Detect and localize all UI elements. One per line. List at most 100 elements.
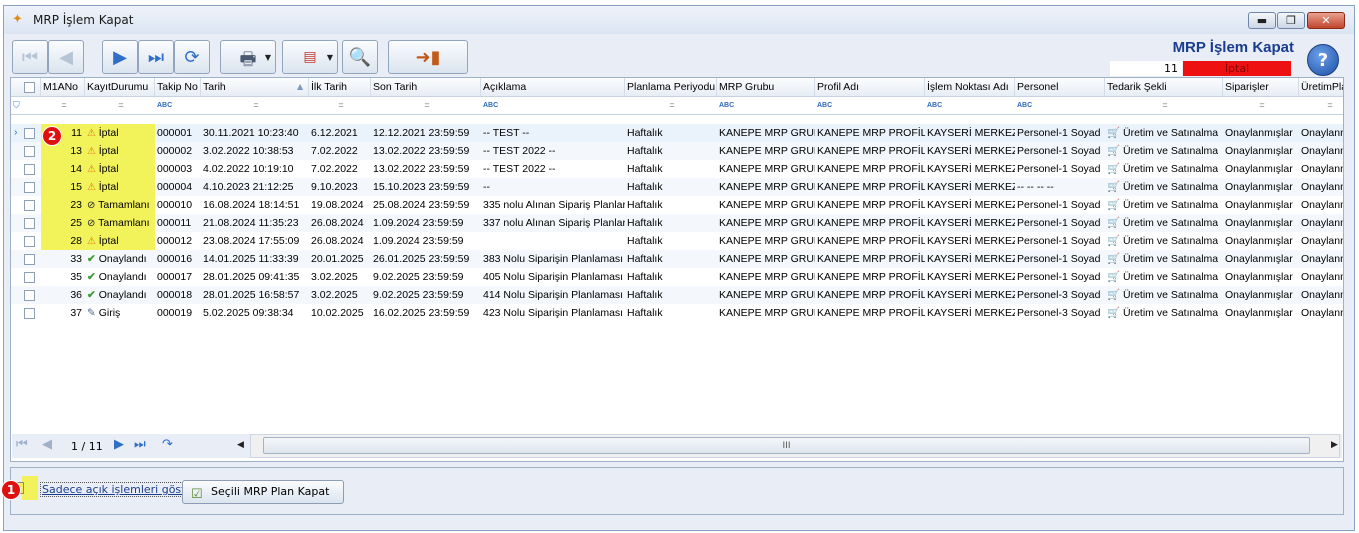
print-button[interactable]: 🖶 ▼ — [220, 40, 276, 74]
table-row[interactable]: 35 ✔ Onaylandı 000017 28.01.2025 09:41:35 3.… — [11, 268, 1343, 286]
filter-cell[interactable]: ABC — [717, 97, 815, 114]
table-row[interactable]: 33 ✔ Onaylandı 000016 14.01.2025 11:33:39 20… — [11, 250, 1343, 268]
status-cell: ✔ Onaylandı — [85, 268, 155, 286]
horizontal-scrollbar[interactable]: ◀ III ▶ — [237, 434, 1340, 458]
filter-cell[interactable]: = — [201, 97, 309, 114]
row-checkbox[interactable] — [24, 308, 35, 319]
filter-cell[interactable]: = — [1299, 97, 1343, 114]
column-header[interactable]: ÜretimPla — [1299, 78, 1343, 96]
filter-cell[interactable]: ABC — [481, 97, 625, 114]
filter-cell[interactable]: ABC — [155, 97, 201, 114]
row-selector[interactable] — [11, 160, 41, 178]
column-header[interactable]: Açıklama — [481, 78, 625, 96]
row-selector[interactable] — [11, 250, 41, 268]
nav-prev-icon[interactable]: ◀ — [42, 437, 52, 452]
row-checkbox[interactable] — [24, 218, 35, 229]
table-row[interactable]: 28 ⚠ İptal 000012 23.08.2024 17:55:09 26.08.… — [11, 232, 1343, 250]
help-button[interactable]: ? — [1307, 44, 1339, 76]
nav-first-icon[interactable]: ⏮ — [16, 437, 28, 452]
select-all-checkbox[interactable] — [11, 78, 41, 96]
column-header[interactable]: Siparişler — [1223, 78, 1299, 96]
row-selector[interactable] — [11, 232, 41, 250]
table-cell: Personel-1 Soyad — [1017, 163, 1101, 175]
nav-refresh-icon[interactable]: ↷ — [162, 437, 173, 452]
exit-button[interactable]: ➜▮ — [388, 40, 468, 74]
filter-cell[interactable]: = — [1105, 97, 1223, 114]
column-header[interactable]: Son Tarih — [371, 78, 481, 96]
scroll-left-icon[interactable]: ◀ — [237, 440, 244, 450]
table-row[interactable]: 15 ⚠ İptal 000004 4.10.2023 21:12:25 9.10.20… — [11, 178, 1343, 196]
row-checkbox[interactable] — [24, 182, 35, 193]
filter-cell[interactable]: = — [85, 97, 155, 114]
table-row[interactable]: 37 ✎ Giriş 000019 5.02.2025 09:38:34 10.02.2… — [11, 304, 1343, 322]
table-row[interactable]: › 11 ⚠ İptal 000001 30.11.2021 10:23:40 6.12.… — [11, 124, 1343, 142]
filter-cell[interactable]: ABC — [815, 97, 925, 114]
filter-cell[interactable]: ABC — [1015, 97, 1105, 114]
row-checkbox[interactable] — [24, 236, 35, 247]
table-cell: KANEPE MRP PROFİLİ — [817, 127, 925, 139]
column-header[interactable]: MRP Grubu — [717, 78, 815, 96]
column-header[interactable]: KayıtDurumu — [85, 78, 155, 96]
nav-next-icon[interactable]: ▶ — [114, 437, 124, 452]
table-row[interactable]: 14 ⚠ İptal 000003 4.02.2022 10:19:10 7.02.20… — [11, 160, 1343, 178]
row-checkbox[interactable] — [24, 146, 35, 157]
column-header[interactable]: Tedarik Şekli — [1105, 78, 1223, 96]
table-row[interactable]: 25 ⊘ Tamamlanı 000011 21.08.2024 11:35:23 26… — [11, 214, 1343, 232]
row-selector[interactable] — [11, 142, 41, 160]
filter-cell[interactable]: ABC — [925, 97, 1015, 114]
row-selector[interactable] — [11, 178, 41, 196]
window-title: MRP İşlem Kapat — [33, 13, 134, 27]
scroll-thumb[interactable]: III — [263, 437, 1310, 454]
table-row[interactable]: 23 ⊘ Tamamlanı 000010 16.08.2024 18:14:51 19… — [11, 196, 1343, 214]
row-checkbox[interactable] — [24, 290, 35, 301]
column-header[interactable]: İşlem Noktası Adı — [925, 78, 1015, 96]
row-selector[interactable] — [11, 268, 41, 286]
next-record-button[interactable]: ▶ — [102, 40, 138, 74]
column-header[interactable]: Planlama Periyodu — [625, 78, 717, 96]
last-record-button[interactable]: ⏭ — [138, 40, 174, 74]
checkbox[interactable] — [24, 82, 35, 93]
table-cell: 4.02.2022 10:19:10 — [203, 163, 294, 175]
row-selector[interactable]: › — [11, 124, 41, 142]
column-header[interactable]: M1ANo — [41, 78, 85, 96]
row-selector[interactable] — [11, 304, 41, 322]
supply-text: Üretim ve Satınalma — [1123, 289, 1219, 301]
filter-cell[interactable]: = — [625, 97, 717, 114]
status-cell: ⚠ İptal — [85, 142, 155, 160]
column-header[interactable]: Personel — [1015, 78, 1105, 96]
row-selector[interactable] — [11, 286, 41, 304]
export-button[interactable]: ▤ ▼ — [282, 40, 338, 74]
refresh-button[interactable]: ⟳ — [174, 40, 210, 74]
record-number: 11 — [1110, 61, 1182, 76]
preview-button[interactable]: 🔍 — [342, 40, 378, 74]
column-header[interactable]: Profil Adı — [815, 78, 925, 96]
filter-cell[interactable]: = — [309, 97, 371, 114]
first-record-button[interactable]: ⏮ — [12, 40, 48, 74]
table-row[interactable]: 13 ⚠ İptal 000002 3.02.2022 10:38:53 7.02.20… — [11, 142, 1343, 160]
row-checkbox[interactable] — [24, 272, 35, 283]
row-checkbox[interactable] — [24, 164, 35, 175]
filter-cell[interactable]: = — [1223, 97, 1299, 114]
row-checkbox[interactable] — [24, 254, 35, 265]
scroll-right-icon[interactable]: ▶ — [1331, 440, 1338, 450]
column-header[interactable]: Tarih — [201, 78, 309, 96]
close-button[interactable]: ✕ — [1307, 12, 1345, 29]
table-cell: Onaylanmışlar — [1225, 217, 1293, 229]
column-header[interactable]: İlk Tarih — [309, 78, 371, 96]
minimize-button[interactable]: ▬ — [1248, 12, 1276, 29]
row-selector[interactable] — [11, 214, 41, 232]
nav-last-icon[interactable]: ⏭ — [134, 437, 146, 452]
column-header[interactable]: Takip No — [155, 78, 201, 96]
filter-cell[interactable]: = — [41, 97, 85, 114]
filter-icon[interactable]: ⛉ — [11, 97, 41, 114]
filter-cell[interactable]: = — [371, 97, 481, 114]
prev-record-button[interactable]: ◀ — [48, 40, 84, 74]
only-open-label[interactable]: Sadece açık işlemleri göster — [40, 482, 199, 497]
close-mrp-plan-button[interactable]: ☑ Seçili MRP Plan Kapat — [182, 480, 344, 504]
row-checkbox[interactable] — [24, 200, 35, 211]
row-checkbox[interactable] — [24, 128, 35, 139]
table-row[interactable]: 36 ✔ Onaylandı 000018 28.01.2025 16:58:57 3.… — [11, 286, 1343, 304]
row-selector[interactable] — [11, 196, 41, 214]
maximize-button[interactable]: ❐ — [1277, 12, 1305, 29]
table-cell: Haftalık — [627, 217, 663, 229]
